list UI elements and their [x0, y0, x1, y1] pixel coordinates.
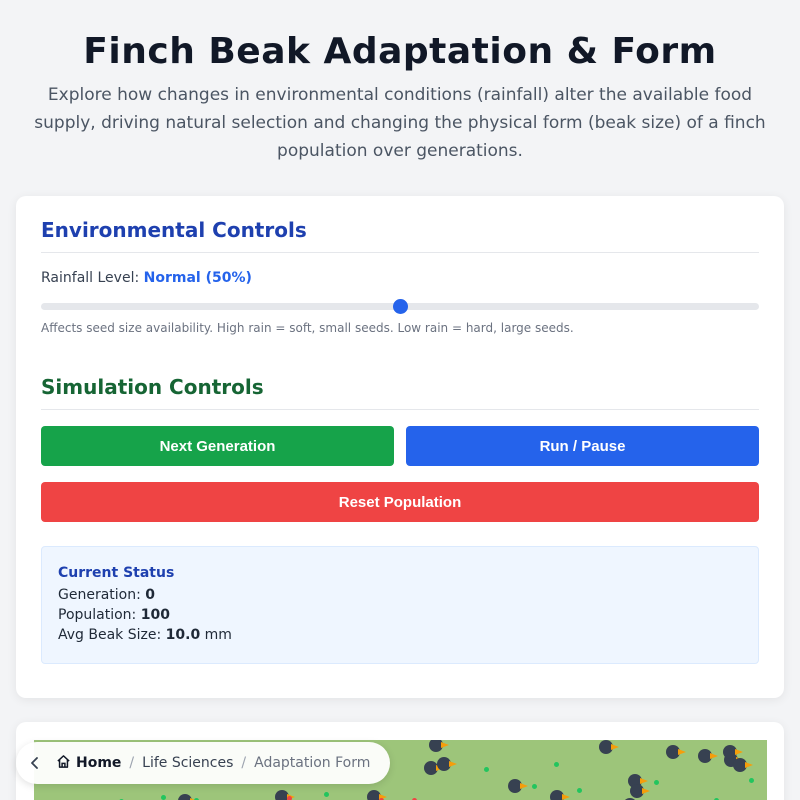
status-title: Current Status: [58, 565, 175, 581]
finch-beak: [735, 749, 743, 755]
next-generation-button[interactable]: Next Generation: [41, 426, 394, 466]
small-seed: [161, 795, 166, 800]
rainfall-slider-thumb[interactable]: [393, 299, 408, 314]
page-header: Finch Beak Adaptation & Form Explore how…: [0, 0, 800, 165]
page-subtitle: Explore how changes in environmental con…: [34, 85, 766, 161]
small-seed: [324, 792, 329, 797]
chevron-left-icon[interactable]: [30, 756, 44, 770]
home-icon: [56, 754, 71, 773]
finch-beak: [640, 778, 648, 784]
population-value: 100: [140, 607, 170, 623]
finch-beak: [611, 744, 619, 750]
beak-size-unit: mm: [204, 627, 232, 643]
controls-panel: Environmental Controls Rainfall Level: N…: [16, 196, 784, 698]
finch-beak: [642, 788, 650, 794]
finch-beak: [449, 761, 457, 767]
reset-population-button[interactable]: Reset Population: [41, 482, 759, 522]
finch-beak: [710, 753, 718, 759]
status-box: Current Status Generation: 0 Population:…: [41, 546, 759, 664]
breadcrumb: Home / Life Sciences / Adaptation Form: [16, 742, 391, 784]
rainfall-slider[interactable]: [41, 293, 759, 317]
breadcrumb-current: Adaptation Form: [254, 755, 371, 771]
environment-section-title: Environmental Controls: [41, 218, 759, 253]
large-seed: [287, 796, 292, 800]
run-pause-button[interactable]: Run / Pause: [406, 426, 759, 466]
generation-label: Generation:: [58, 587, 141, 603]
beak-size-value: 10.0: [165, 627, 201, 643]
finch-beak: [441, 742, 449, 748]
small-seed: [554, 762, 559, 767]
status-beak-size: Avg Beak Size: 10.0 mm: [58, 625, 742, 645]
simulation-button-row: Next Generation Run / Pause: [41, 426, 759, 466]
finch-beak: [678, 749, 686, 755]
page-title: Finch Beak Adaptation & Form: [83, 31, 717, 72]
small-seed: [577, 788, 582, 793]
breadcrumb-separator: /: [241, 755, 247, 771]
beak-size-label: Avg Beak Size:: [58, 627, 162, 643]
simulation-section-title: Simulation Controls: [41, 375, 759, 410]
small-seed: [532, 784, 537, 789]
small-seed: [749, 778, 754, 783]
small-seed: [654, 780, 659, 785]
finch-beak: [520, 783, 528, 789]
rainfall-label-text: Rainfall Level:: [41, 270, 140, 286]
breadcrumb-home[interactable]: Home: [56, 754, 121, 773]
finch-beak: [562, 794, 570, 800]
finch-beak: [745, 762, 753, 768]
breadcrumb-section[interactable]: Life Sciences: [142, 755, 233, 771]
rainfall-value: Normal (50%): [143, 270, 252, 286]
status-population: Population: 100: [58, 605, 742, 625]
rainfall-hint: Affects seed size availability. High rai…: [41, 321, 574, 335]
generation-value: 0: [145, 587, 156, 603]
status-generation: Generation: 0: [58, 585, 742, 605]
population-label: Population:: [58, 607, 137, 623]
small-seed: [484, 767, 489, 772]
breadcrumb-separator: /: [129, 755, 135, 771]
rainfall-label: Rainfall Level: Normal (50%): [41, 270, 759, 286]
breadcrumb-home-label: Home: [76, 755, 122, 771]
